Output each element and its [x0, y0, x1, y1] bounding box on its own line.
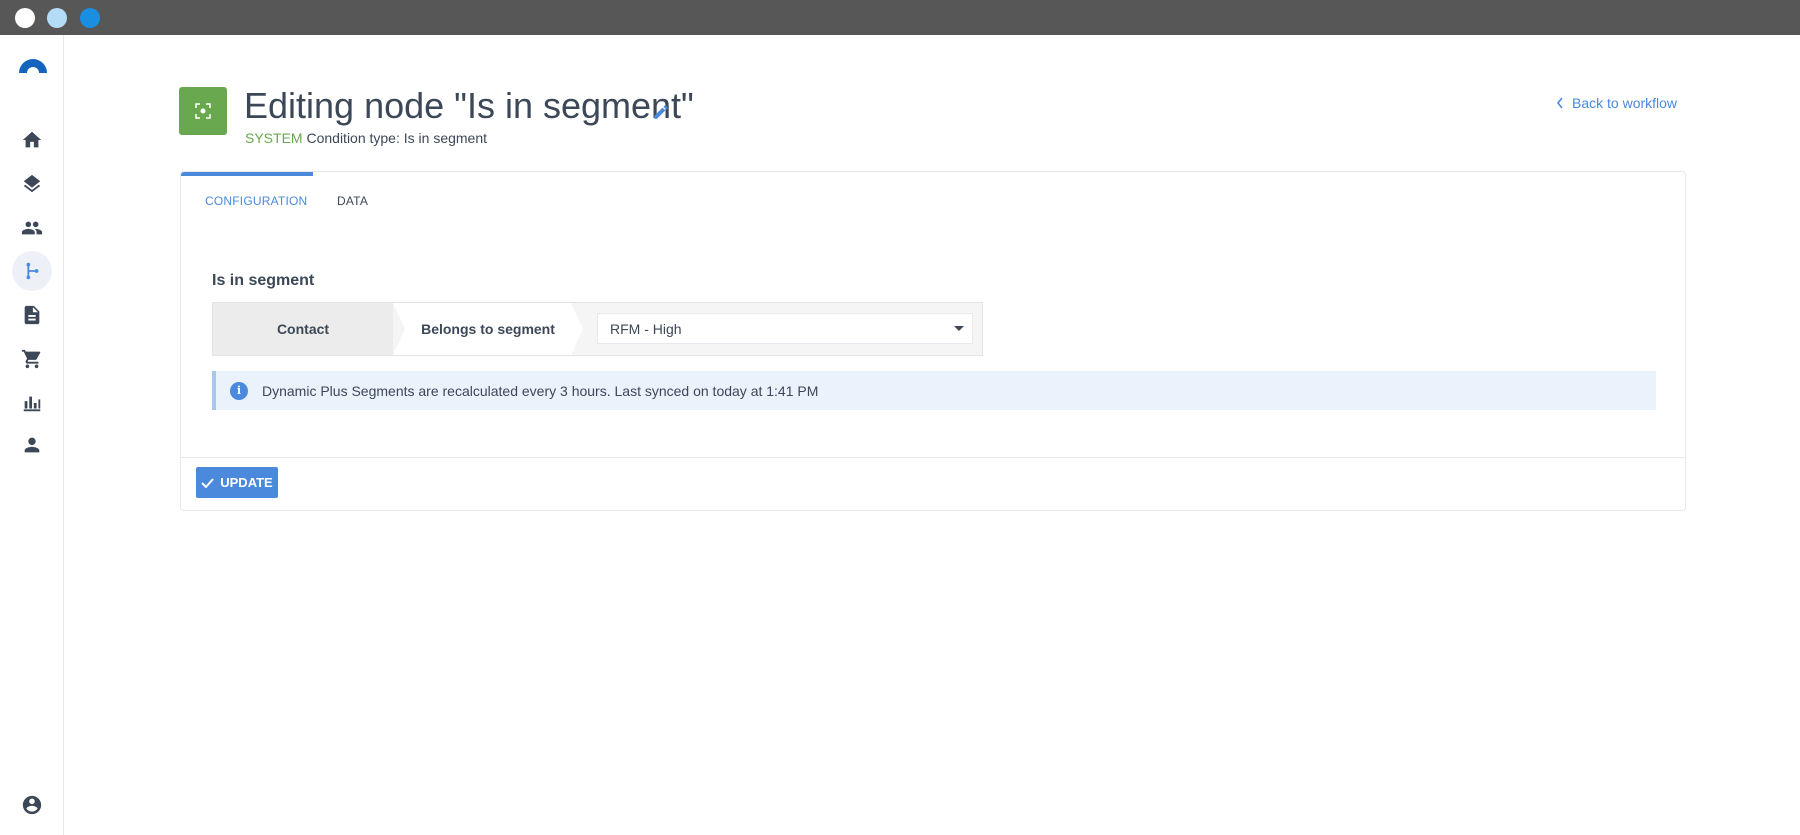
condition-section-title: Is in segment — [212, 272, 315, 289]
caret-down-icon — [954, 326, 964, 331]
main-content: Editing node "Is in segment" SYSTEM Cond… — [64, 35, 1800, 835]
sidebar — [0, 35, 64, 835]
system-label: SYSTEM — [245, 130, 303, 146]
condition-type-label: Condition type: Is in segment — [306, 130, 488, 146]
update-button-label: UPDATE — [220, 475, 273, 490]
tab-configuration[interactable]: CONFIGURATION — [205, 194, 307, 208]
node-type-badge — [179, 87, 227, 135]
sidebar-item-workflows[interactable] — [12, 251, 52, 291]
cart-icon — [21, 349, 41, 369]
active-tab-indicator — [181, 172, 313, 176]
workflow-icon — [26, 262, 39, 280]
window-maximize-button[interactable] — [80, 8, 100, 28]
info-alert: i Dynamic Plus Segments are recalculated… — [212, 371, 1656, 410]
people-icon — [21, 221, 43, 235]
chevron-left-icon — [1556, 97, 1563, 109]
condition-operator-crumb: Belongs to segment — [393, 303, 583, 355]
sidebar-item-account[interactable] — [12, 785, 52, 825]
edit-pencil-icon[interactable] — [652, 103, 670, 121]
segment-select-value: RFM - High — [610, 320, 682, 337]
page-title: Editing node "Is in segment" — [244, 85, 694, 126]
update-button[interactable]: UPDATE — [196, 467, 278, 498]
segment-node-icon — [195, 103, 211, 119]
sidebar-item-commerce[interactable] — [12, 339, 52, 379]
segment-select[interactable]: RFM - High — [597, 313, 973, 344]
sidebar-item-reports[interactable] — [12, 383, 52, 423]
window-minimize-button[interactable] — [47, 8, 67, 28]
bar-chart-icon — [23, 396, 41, 412]
condition-row: Contact Belongs to segment RFM - High — [212, 302, 983, 356]
tab-data[interactable]: DATA — [337, 194, 368, 208]
home-icon — [22, 131, 42, 148]
node-config-card: CONFIGURATION DATA Is in segment Contact… — [180, 171, 1686, 511]
document-icon — [24, 305, 40, 325]
back-to-workflow-link[interactable]: Back to workflow — [1556, 95, 1677, 111]
info-icon: i — [230, 381, 248, 400]
brand-logo-icon[interactable] — [17, 55, 49, 75]
account-circle-icon — [22, 795, 42, 815]
window-titlebar — [0, 0, 1800, 35]
layers-icon — [23, 174, 41, 193]
info-message: Dynamic Plus Segments are recalculated e… — [262, 382, 819, 399]
sidebar-item-documents[interactable] — [12, 295, 52, 335]
window-close-button[interactable] — [15, 8, 35, 28]
check-icon — [201, 477, 215, 488]
sidebar-item-layers[interactable] — [12, 164, 52, 204]
card-footer: UPDATE — [181, 457, 1685, 510]
back-link-label: Back to workflow — [1572, 95, 1678, 111]
sidebar-item-contacts[interactable] — [12, 208, 52, 248]
node-subtitle: SYSTEM Condition type: Is in segment — [245, 130, 487, 146]
condition-subject-crumb: Contact — [213, 303, 393, 355]
sidebar-item-users[interactable] — [12, 425, 52, 465]
sidebar-item-home[interactable] — [12, 120, 52, 160]
person-icon — [24, 437, 40, 453]
